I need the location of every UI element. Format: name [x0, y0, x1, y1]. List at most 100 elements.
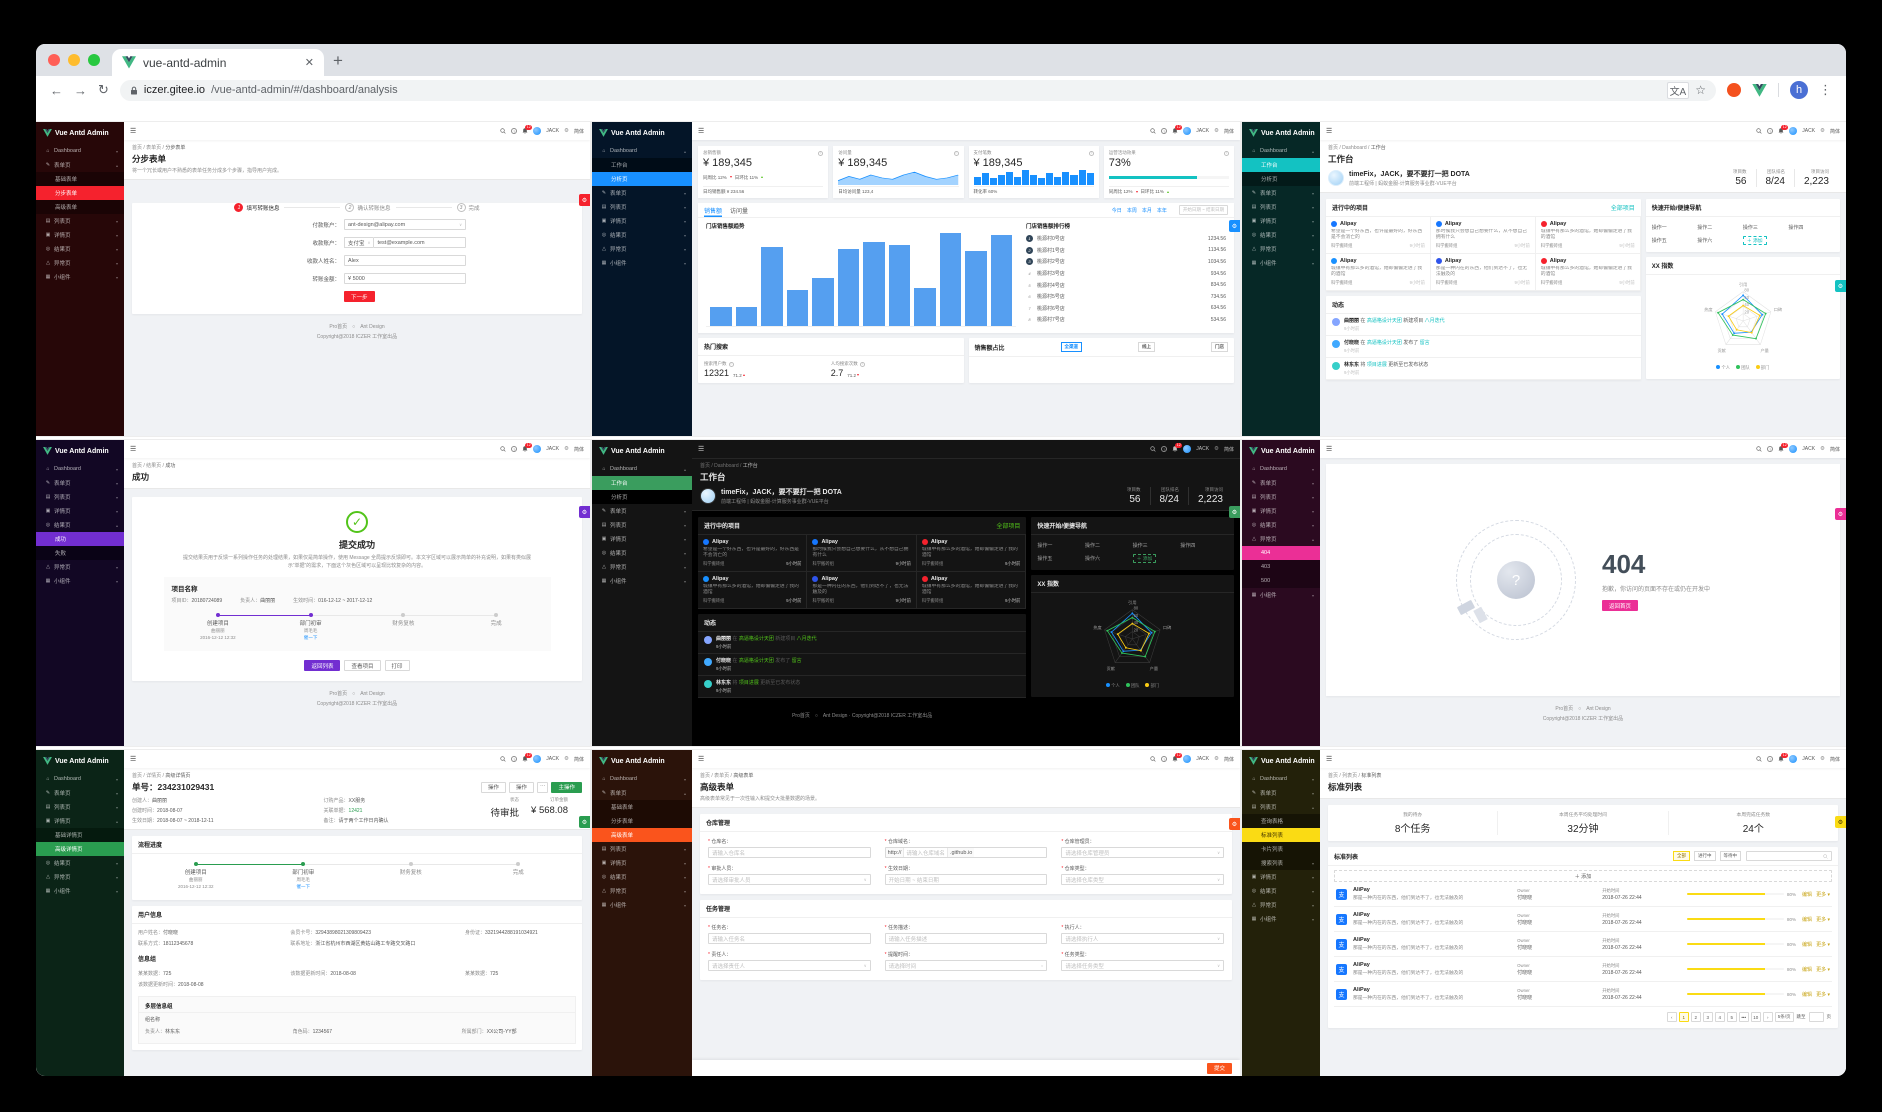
theme-settings-button[interactable]: ⚙ — [579, 816, 590, 828]
sidebar-item[interactable]: ◎ 结果页 ▾ — [592, 228, 692, 242]
settings-gear-icon[interactable]: ⚙ — [1820, 756, 1825, 762]
more-link[interactable]: 更多 ▾ — [1816, 991, 1830, 998]
sidebar-item[interactable]: ✎ 表单页 ▾ — [592, 186, 692, 200]
page-button[interactable]: ••• — [1738, 1012, 1749, 1022]
page-button[interactable]: 5 — [1726, 1012, 1737, 1022]
list-row[interactable]: 支 AliPay 那是一种内在的东西，他们到达不了，也无法触及的 Owner 付晓晓… — [1334, 882, 1832, 907]
maximize-window-button[interactable] — [88, 54, 100, 66]
breadcrumb[interactable]: 首页 / 结果页 / 成功 — [132, 462, 582, 469]
breadcrumb[interactable]: 首页 / 列表页 / 标准列表 — [1328, 772, 1838, 779]
back-home-button[interactable]: 返回首页 — [1601, 600, 1638, 611]
sidebar-item[interactable]: ▤ 列表页 ▾ — [592, 200, 692, 214]
address-bar[interactable]: iczer.gitee.io/vue-antd-admin/#/dashboar… — [119, 79, 1716, 101]
sidebar-item[interactable]: ✎ 表单页 ▾ — [36, 476, 124, 490]
sidebar-item[interactable]: △ 异常页 ▾ — [592, 884, 692, 898]
edit-link[interactable]: 编辑 — [1802, 891, 1812, 898]
sidebar-item[interactable]: △ 异常页 ▾ — [1242, 242, 1320, 256]
page-button[interactable]: ‹ — [1666, 1012, 1677, 1022]
more-link[interactable]: 更多 ▾ — [1816, 941, 1830, 948]
user-avatar[interactable] — [1789, 127, 1798, 135]
search-icon[interactable] — [1756, 756, 1762, 762]
sidebar-item[interactable]: 分析页 — [592, 490, 692, 504]
sidebar-item[interactable]: ▤ 列表页 ▾ — [592, 842, 692, 856]
quick-op-link[interactable]: 操作三 — [1133, 539, 1181, 552]
list-search-input[interactable] — [1746, 851, 1832, 861]
sidebar-item[interactable]: ◎ 结果页 ▾ — [592, 546, 692, 560]
breadcrumb[interactable]: 首页 / 表单页 / 分步表单 — [132, 144, 582, 151]
quick-op-link[interactable]: 操作四 — [1180, 539, 1228, 552]
language-label[interactable]: 简体 — [574, 756, 584, 763]
more-link[interactable]: 更多 ▾ — [1816, 916, 1830, 923]
page-button[interactable]: 2 — [1690, 1012, 1701, 1022]
tab-visits[interactable]: 访问量 — [730, 203, 748, 217]
sidebar-item[interactable]: ⌂ Dashboard ▾ — [36, 772, 124, 786]
list-row[interactable]: 支 AliPay 那是一种内在的东西，他们到达不了，也无法触及的 Owner 付晓晓… — [1334, 982, 1832, 1007]
sidebar-item[interactable]: ▦ 小组件 ▾ — [36, 884, 124, 898]
notification-bell-icon[interactable]: 12 — [1172, 125, 1183, 134]
sidebar-item[interactable]: ◎ 结果页 ▾ — [36, 242, 124, 256]
help-icon[interactable]: ? — [511, 128, 518, 134]
sidebar-item[interactable]: ▦ 小组件 ▾ — [1242, 256, 1320, 270]
sidebar-item[interactable]: △ 异常页 ▾ — [592, 560, 692, 574]
project-card[interactable]: Alipay 希望是一个好东西，也许是最好的，好东西是不会消亡的 科学搬砖组 9小… — [698, 535, 808, 572]
channel-filter-button[interactable]: 门店 — [1210, 342, 1228, 352]
profile-avatar[interactable]: h — [1790, 81, 1808, 99]
more-link[interactable]: 更多 ▾ — [1816, 966, 1830, 973]
sidebar-item[interactable]: 高级表单 — [36, 200, 124, 214]
sidebar-item[interactable]: 基础详情页 — [36, 828, 124, 842]
vue-devtools-icon[interactable] — [1752, 83, 1767, 97]
forward-button[interactable]: → — [74, 83, 87, 98]
all-projects-link[interactable]: 全部项目 — [996, 521, 1020, 530]
search-icon[interactable] — [500, 756, 506, 762]
sidebar-item[interactable]: ▣ 详情页 ▾ — [1242, 214, 1320, 228]
more-actions-button[interactable]: ⋯ — [536, 781, 549, 793]
user-avatar[interactable] — [533, 755, 542, 763]
form-input[interactable]: 请输入任务描述 — [884, 933, 1048, 944]
sidebar-item[interactable]: 工作台 — [592, 476, 692, 490]
sidebar-item[interactable]: 工作台 — [1242, 158, 1320, 172]
sidebar-item[interactable]: ▣ 详情页 ▾ — [1242, 504, 1320, 518]
user-avatar[interactable] — [1789, 755, 1798, 763]
list-filter-button[interactable]: 全部 — [1673, 851, 1690, 861]
form-input[interactable]: 请选择审批人员 ∨ — [708, 874, 871, 885]
theme-settings-button[interactable]: ⚙ — [1229, 506, 1240, 518]
sidebar-item[interactable]: 失败 — [36, 546, 124, 560]
sidebar-item[interactable]: ▣ 详情页 ▾ — [592, 532, 692, 546]
language-label[interactable]: 简体 — [1830, 446, 1840, 453]
sidebar-item[interactable]: 分步表单 — [36, 186, 124, 200]
settings-gear-icon[interactable]: ⚙ — [1214, 128, 1219, 134]
language-label[interactable]: 简体 — [1224, 446, 1234, 453]
project-card[interactable]: Alipay 城镇中有那么多的酒馆，她却偏偏走进了我的酒馆 科学搬砖组 9小时前 — [1535, 254, 1641, 291]
print-button[interactable]: 打印 — [384, 660, 410, 671]
notification-bell-icon[interactable]: 12 — [1172, 443, 1183, 452]
next-step-button[interactable]: 下一步 — [344, 291, 375, 302]
payer-account-select[interactable]: ant-design@alipay.com ∨ — [344, 219, 466, 230]
sidebar-item[interactable]: 标准列表 — [1242, 828, 1320, 842]
new-tab-button[interactable]: + — [324, 51, 352, 71]
close-window-button[interactable] — [48, 54, 60, 66]
sidebar-item[interactable]: ▣ 详情页 ▾ — [592, 856, 692, 870]
project-card[interactable]: Alipay 那时候我只会想自己想要什么，从不想自己拥有什么 科学搬砖组 9小时前 — [1430, 217, 1536, 254]
payee-account-input[interactable]: test@example.com — [373, 237, 466, 248]
search-icon[interactable] — [1756, 446, 1762, 452]
sidebar-item[interactable]: ⌂ Dashboard ▴ — [592, 144, 692, 158]
quick-op-link[interactable]: 操作六 — [1697, 234, 1743, 247]
notification-bell-icon[interactable]: 12 — [1778, 443, 1789, 452]
form-input[interactable]: http://请输入仓库域名 .github.io — [884, 847, 1048, 858]
project-card[interactable]: Alipay 希望是一个好东西，也许是最好的，好东西是不会消亡的 科学搬砖组 9小… — [1326, 217, 1431, 254]
settings-gear-icon[interactable]: ⚙ — [564, 756, 569, 762]
app-logo[interactable]: Vue Antd Admin — [36, 440, 124, 462]
sidebar-item[interactable]: △ 异常页 ▾ — [36, 560, 124, 574]
browser-menu-icon[interactable]: ⋮ — [1819, 82, 1832, 98]
payee-name-input[interactable]: Alex — [344, 255, 466, 266]
user-avatar[interactable] — [1183, 755, 1192, 763]
quick-op-link[interactable]: 操作四 — [1788, 221, 1834, 234]
form-input[interactable]: 请选择执行人 ∨ — [1061, 933, 1224, 944]
sidebar-item[interactable]: ▣ 详情页 ▾ — [36, 504, 124, 518]
menu-fold-icon[interactable]: ☰ — [698, 445, 704, 453]
sidebar-item[interactable]: △ 异常页 ▾ — [36, 256, 124, 270]
page-button[interactable]: 4 — [1714, 1012, 1725, 1022]
help-icon[interactable]: ? — [1767, 756, 1774, 762]
sidebar-item[interactable]: ▤ 列表页 ▾ — [1242, 200, 1320, 214]
sidebar-item[interactable]: ◎ 结果页 ▾ — [1242, 518, 1320, 532]
